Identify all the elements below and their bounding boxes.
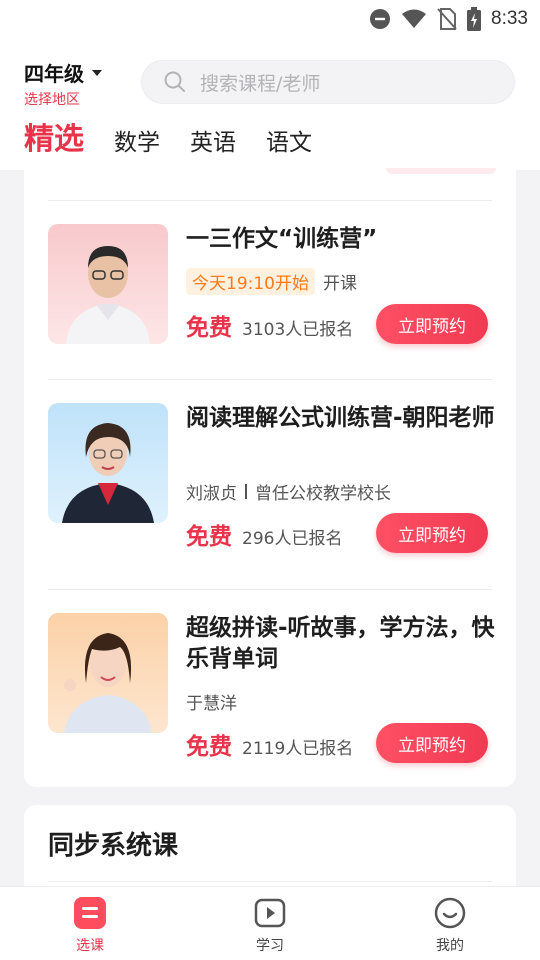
start-time-tag: 今天19:10开始 bbox=[186, 268, 315, 295]
enrolled-count: 296人已报名 bbox=[242, 529, 343, 549]
course-item[interactable]: 阅读理解公式训练营-朝阳老师 刘淑贞 曾任公校教学校长 免费 296人已报名 立… bbox=[48, 403, 495, 553]
teacher-photo bbox=[48, 613, 168, 733]
nav-label: 学习 bbox=[256, 938, 284, 954]
price-label: 免费 bbox=[186, 524, 232, 550]
course-price-row: 免费 3103人已报名 bbox=[186, 308, 353, 342]
nav-label: 我的 bbox=[436, 938, 464, 954]
category-tabs: 精选 数学 英语 语文 bbox=[24, 122, 312, 158]
enrolled-count: 2119人已报名 bbox=[242, 739, 354, 759]
reserve-button[interactable]: 立即预约 bbox=[376, 723, 488, 763]
teacher-info: 于慧洋 bbox=[186, 689, 237, 714]
divider bbox=[48, 589, 492, 590]
divider bbox=[48, 881, 492, 882]
course-title: 阅读理解公式训练营-朝阳老师 bbox=[186, 405, 495, 431]
teacher-photo bbox=[48, 224, 168, 344]
previous-button-peek bbox=[386, 168, 496, 174]
enrolled-count: 3103人已报名 bbox=[242, 320, 354, 340]
teacher-photo bbox=[48, 403, 168, 523]
course-item[interactable]: 超级拼读-听故事，学方法，快乐背单词 于慧洋 免费 2119人已报名 立即预约 bbox=[48, 613, 495, 763]
divider bbox=[48, 200, 492, 201]
course-price-row: 免费 296人已报名 bbox=[186, 517, 342, 551]
course-item[interactable]: 一三作文“训练营” 今天19:10开始 开课 免费 3103人已报名 立即预约 bbox=[48, 224, 492, 348]
status-bar: 8:33 bbox=[0, 0, 540, 40]
course-price-row: 免费 2119人已报名 bbox=[186, 727, 353, 761]
wifi-icon bbox=[402, 9, 427, 28]
course-title: 一三作文“训练营” bbox=[186, 226, 378, 252]
reserve-button[interactable]: 立即预约 bbox=[376, 513, 488, 553]
play-video-icon bbox=[254, 898, 286, 928]
bottom-nav: 选课 学习 我的 bbox=[0, 886, 540, 960]
price-label: 免费 bbox=[186, 734, 232, 760]
course-title: 超级拼读-听故事，学方法，快乐背单词 bbox=[186, 615, 495, 672]
separator bbox=[245, 484, 247, 499]
nav-label: 选课 bbox=[76, 938, 104, 954]
course-list-card: 一三作文“训练营” 今天19:10开始 开课 免费 3103人已报名 立即预约 bbox=[24, 168, 516, 787]
search-input[interactable]: 搜索课程/老师 bbox=[141, 60, 515, 104]
caret-down-icon bbox=[92, 69, 102, 76]
search-placeholder: 搜索课程/老师 bbox=[200, 72, 321, 95]
teacher-info: 刘淑贞 曾任公校教学校长 bbox=[186, 479, 391, 504]
teacher-desc: 曾任公校教学校长 bbox=[255, 484, 391, 504]
price-label: 免费 bbox=[186, 315, 232, 341]
top-header: 四年级 选择地区 搜索课程/老师 精选 数学 英语 语文 bbox=[0, 40, 540, 170]
dnd-icon bbox=[370, 9, 391, 29]
reserve-button[interactable]: 立即预约 bbox=[376, 304, 488, 344]
tab-chinese[interactable]: 语文 bbox=[266, 130, 312, 158]
search-icon bbox=[164, 71, 185, 92]
divider bbox=[48, 379, 492, 380]
teacher-name: 于慧洋 bbox=[186, 694, 237, 714]
grade-label: 四年级 bbox=[24, 62, 84, 86]
no-sim-icon bbox=[437, 8, 457, 30]
tab-featured[interactable]: 精选 bbox=[24, 122, 84, 158]
profile-smile-icon bbox=[434, 897, 466, 929]
tab-math[interactable]: 数学 bbox=[114, 130, 160, 158]
nav-item-study[interactable]: 学习 bbox=[230, 897, 310, 955]
tab-english[interactable]: 英语 bbox=[190, 130, 236, 158]
grade-selector[interactable]: 四年级 选择地区 bbox=[24, 58, 102, 109]
courses-icon bbox=[74, 897, 106, 929]
course-schedule: 今天19:10开始 开课 bbox=[186, 268, 357, 295]
battery-charging-icon bbox=[467, 7, 482, 31]
status-time: 8:33 bbox=[491, 8, 528, 29]
teacher-name: 刘淑贞 bbox=[186, 484, 237, 504]
nav-item-courses[interactable]: 选课 bbox=[50, 897, 130, 955]
nav-item-profile[interactable]: 我的 bbox=[410, 897, 490, 955]
schedule-suffix: 开课 bbox=[323, 274, 357, 294]
region-selector[interactable]: 选择地区 bbox=[24, 89, 102, 109]
section-title: 同步系统课 bbox=[48, 831, 179, 861]
